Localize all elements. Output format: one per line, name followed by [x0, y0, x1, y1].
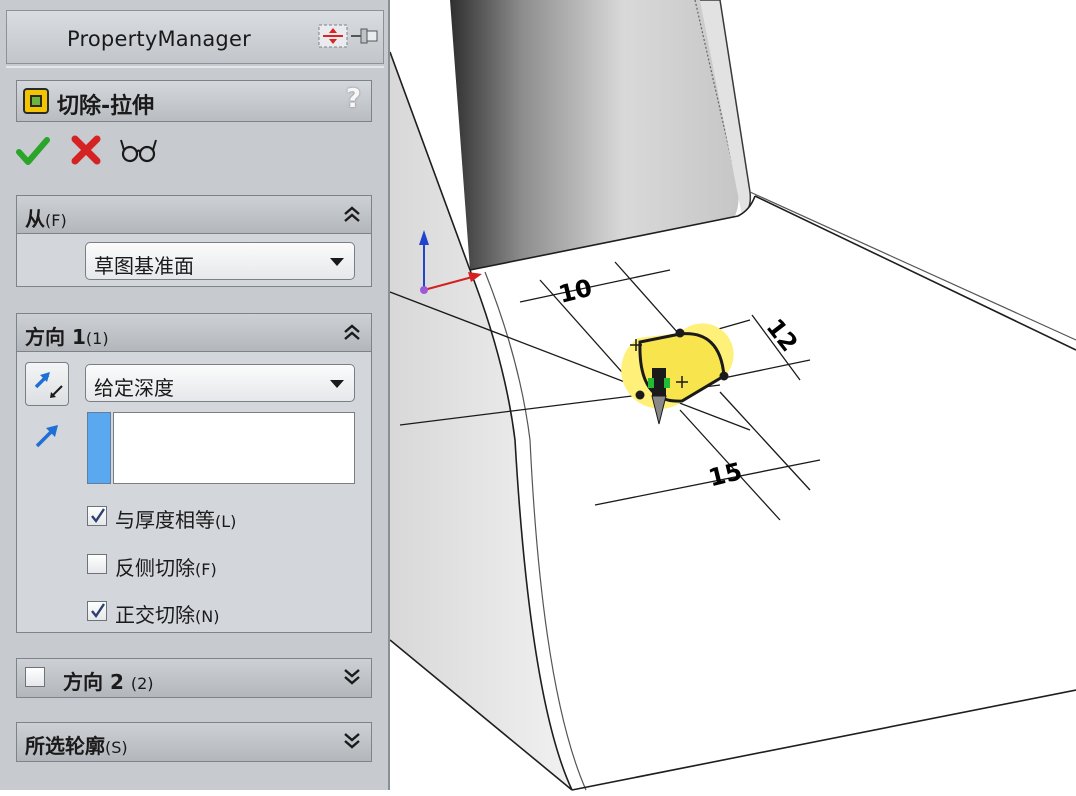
- dropdown-arrow-icon: [330, 380, 344, 388]
- depth-indicator: [87, 412, 111, 484]
- collapse-chevron-icon[interactable]: [343, 323, 361, 341]
- end-condition-dropdown[interactable]: 给定深度: [85, 364, 355, 402]
- expand-chevron-icon[interactable]: [343, 732, 361, 750]
- property-manager-panel: PropertyManager 切除-拉伸 ? 从(F) 草图基准面 方向 1(…: [0, 0, 390, 790]
- from-group-header[interactable]: 从(F): [17, 196, 371, 234]
- from-group: 从(F) 草图基准面: [16, 195, 372, 287]
- checkbox-box: [87, 506, 107, 526]
- normal-cut-label: 正交切除: [115, 603, 195, 627]
- from-dropdown[interactable]: 草图基准面: [85, 242, 355, 280]
- selected-contours-group: 所选轮廓(S): [16, 722, 372, 762]
- x-icon: [71, 135, 101, 165]
- feature-header: 切除-拉伸 ?: [16, 80, 372, 122]
- feature-title: 切除-拉伸: [57, 94, 155, 119]
- flip-side-to-cut-shortcut: (F): [195, 560, 217, 579]
- cut-extrude-icon: [23, 88, 49, 114]
- pin-icon[interactable]: [317, 21, 379, 55]
- flip-side-to-cut-label: 反侧切除: [115, 556, 195, 580]
- reverse-direction-button[interactable]: [25, 362, 69, 406]
- property-manager-header: PropertyManager: [6, 10, 384, 64]
- direction-arrow-icon: [33, 420, 63, 454]
- normal-cut-shortcut: (N): [195, 607, 220, 626]
- direction2-checkbox[interactable]: [25, 667, 45, 687]
- cancel-button[interactable]: [70, 134, 102, 170]
- direction1-group: 方向 1(1) 给定深度 与厚度相等(L) 反侧切除(F) 正交切除(N): [16, 313, 372, 633]
- selected-contours-title: 所选轮廓: [25, 734, 105, 758]
- from-group-title: 从: [25, 207, 45, 231]
- graphics-viewport[interactable]: 10 12 15: [390, 0, 1076, 796]
- direction2-group: 方向 2 (2): [16, 658, 372, 698]
- dropdown-arrow-icon: [330, 258, 344, 266]
- selected-contours-group-header[interactable]: 所选轮廓(S): [17, 723, 371, 761]
- depth-input[interactable]: [113, 412, 355, 484]
- direction2-group-shortcut: (2): [130, 674, 154, 693]
- checkbox-box: [87, 601, 107, 621]
- help-icon[interactable]: ?: [346, 84, 361, 114]
- preview-button[interactable]: [120, 134, 158, 170]
- end-condition-value: 给定深度: [94, 376, 174, 400]
- ok-button[interactable]: [16, 134, 50, 172]
- glasses-icon: [120, 139, 157, 163]
- check-icon: [91, 508, 105, 524]
- direction2-group-title: 方向 2: [63, 670, 124, 694]
- check-icon: [16, 137, 50, 165]
- direction1-group-title: 方向 1: [25, 325, 86, 349]
- from-dropdown-value: 草图基准面: [94, 254, 194, 278]
- equal-thickness-shortcut: (L): [215, 512, 237, 531]
- equal-thickness-label: 与厚度相等: [115, 508, 215, 532]
- header-divider: [6, 66, 384, 68]
- direction2-group-header[interactable]: 方向 2 (2): [17, 659, 371, 697]
- selected-contours-shortcut: (S): [105, 738, 128, 757]
- reverse-direction-icon: [34, 372, 63, 398]
- property-manager-title: PropertyManager: [67, 27, 251, 51]
- direction1-group-shortcut: (1): [85, 329, 109, 348]
- checkbox-box: [87, 554, 107, 574]
- from-group-shortcut: (F): [45, 211, 67, 230]
- expand-chevron-icon[interactable]: [343, 668, 361, 686]
- direction1-group-header[interactable]: 方向 1(1): [17, 314, 371, 352]
- collapse-chevron-icon[interactable]: [343, 205, 361, 223]
- check-icon: [91, 603, 105, 619]
